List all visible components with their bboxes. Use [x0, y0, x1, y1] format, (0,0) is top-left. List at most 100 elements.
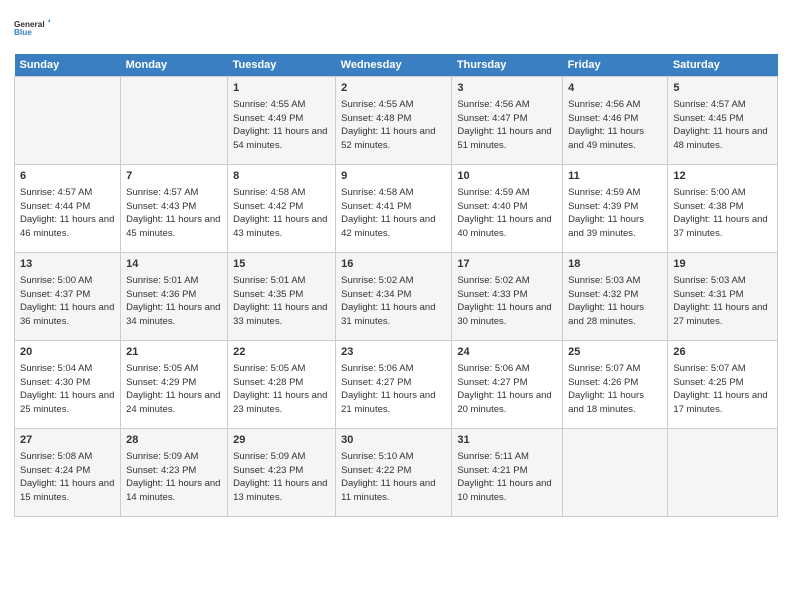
daylight-hours: Daylight: 11 hours and 27 minutes. [673, 302, 767, 327]
day-number: 4 [568, 81, 662, 96]
sunrise-time: Sunrise: 4:55 AM [341, 99, 413, 110]
daylight-hours: Daylight: 11 hours and 37 minutes. [673, 214, 767, 239]
day-number: 9 [341, 169, 446, 184]
header: General Blue [14, 10, 778, 46]
day-number: 1 [233, 81, 330, 96]
sunset-time: Sunset: 4:47 PM [457, 113, 527, 124]
daylight-hours: Daylight: 11 hours and 25 minutes. [20, 390, 114, 415]
calendar-table: SundayMondayTuesdayWednesdayThursdayFrid… [14, 54, 778, 517]
sunrise-time: Sunrise: 4:56 AM [568, 99, 640, 110]
daylight-hours: Daylight: 11 hours and 54 minutes. [233, 126, 327, 151]
sunset-time: Sunset: 4:30 PM [20, 377, 90, 388]
calendar-cell: 20 Sunrise: 5:04 AM Sunset: 4:30 PM Dayl… [15, 341, 121, 429]
sunrise-time: Sunrise: 5:00 AM [673, 187, 745, 198]
day-number: 8 [233, 169, 330, 184]
day-number: 18 [568, 257, 662, 272]
daylight-hours: Daylight: 11 hours and 30 minutes. [457, 302, 551, 327]
day-number: 27 [20, 433, 115, 448]
sunset-time: Sunset: 4:36 PM [126, 289, 196, 300]
day-number: 6 [20, 169, 115, 184]
day-number: 21 [126, 345, 222, 360]
daylight-hours: Daylight: 11 hours and 15 minutes. [20, 478, 114, 503]
weekday-header-wednesday: Wednesday [336, 54, 452, 77]
day-number: 20 [20, 345, 115, 360]
daylight-hours: Daylight: 11 hours and 43 minutes. [233, 214, 327, 239]
daylight-hours: Daylight: 11 hours and 52 minutes. [341, 126, 435, 151]
calendar-cell [563, 429, 668, 517]
sunset-time: Sunset: 4:44 PM [20, 201, 90, 212]
calendar-cell: 23 Sunrise: 5:06 AM Sunset: 4:27 PM Dayl… [336, 341, 452, 429]
calendar-cell: 24 Sunrise: 5:06 AM Sunset: 4:27 PM Dayl… [452, 341, 563, 429]
daylight-hours: Daylight: 11 hours and 14 minutes. [126, 478, 220, 503]
day-number: 29 [233, 433, 330, 448]
sunset-time: Sunset: 4:43 PM [126, 201, 196, 212]
sunrise-time: Sunrise: 5:03 AM [673, 275, 745, 286]
calendar-cell: 7 Sunrise: 4:57 AM Sunset: 4:43 PM Dayli… [121, 165, 228, 253]
sunset-time: Sunset: 4:39 PM [568, 201, 638, 212]
sunrise-time: Sunrise: 5:11 AM [457, 451, 529, 462]
weekday-header-monday: Monday [121, 54, 228, 77]
calendar-cell [668, 429, 778, 517]
calendar-cell: 10 Sunrise: 4:59 AM Sunset: 4:40 PM Dayl… [452, 165, 563, 253]
calendar-week-3: 13 Sunrise: 5:00 AM Sunset: 4:37 PM Dayl… [15, 253, 778, 341]
sunset-time: Sunset: 4:31 PM [673, 289, 743, 300]
day-number: 31 [457, 433, 557, 448]
daylight-hours: Daylight: 11 hours and 20 minutes. [457, 390, 551, 415]
svg-text:General: General [14, 20, 45, 29]
calendar-cell: 19 Sunrise: 5:03 AM Sunset: 4:31 PM Dayl… [668, 253, 778, 341]
calendar-cell: 4 Sunrise: 4:56 AM Sunset: 4:46 PM Dayli… [563, 77, 668, 165]
sunrise-time: Sunrise: 5:05 AM [126, 363, 198, 374]
calendar-cell: 18 Sunrise: 5:03 AM Sunset: 4:32 PM Dayl… [563, 253, 668, 341]
daylight-hours: Daylight: 11 hours and 13 minutes. [233, 478, 327, 503]
day-number: 28 [126, 433, 222, 448]
weekday-header-friday: Friday [563, 54, 668, 77]
day-number: 10 [457, 169, 557, 184]
day-number: 3 [457, 81, 557, 96]
sunrise-time: Sunrise: 5:06 AM [341, 363, 413, 374]
day-number: 7 [126, 169, 222, 184]
day-number: 16 [341, 257, 446, 272]
day-number: 19 [673, 257, 772, 272]
daylight-hours: Daylight: 11 hours and 24 minutes. [126, 390, 220, 415]
daylight-hours: Daylight: 11 hours and 39 minutes. [568, 214, 644, 239]
sunset-time: Sunset: 4:33 PM [457, 289, 527, 300]
sunrise-time: Sunrise: 5:04 AM [20, 363, 92, 374]
daylight-hours: Daylight: 11 hours and 10 minutes. [457, 478, 551, 503]
calendar-cell: 8 Sunrise: 4:58 AM Sunset: 4:42 PM Dayli… [228, 165, 336, 253]
weekday-header-thursday: Thursday [452, 54, 563, 77]
daylight-hours: Daylight: 11 hours and 11 minutes. [341, 478, 435, 503]
sunrise-time: Sunrise: 5:08 AM [20, 451, 92, 462]
sunset-time: Sunset: 4:27 PM [457, 377, 527, 388]
calendar-cell: 11 Sunrise: 4:59 AM Sunset: 4:39 PM Dayl… [563, 165, 668, 253]
calendar-week-1: 1 Sunrise: 4:55 AM Sunset: 4:49 PM Dayli… [15, 77, 778, 165]
sunrise-time: Sunrise: 5:10 AM [341, 451, 413, 462]
sunrise-time: Sunrise: 4:57 AM [20, 187, 92, 198]
sunrise-time: Sunrise: 5:01 AM [126, 275, 198, 286]
daylight-hours: Daylight: 11 hours and 51 minutes. [457, 126, 551, 151]
day-number: 12 [673, 169, 772, 184]
sunrise-time: Sunrise: 5:03 AM [568, 275, 640, 286]
calendar-cell: 3 Sunrise: 4:56 AM Sunset: 4:47 PM Dayli… [452, 77, 563, 165]
sunrise-time: Sunrise: 4:56 AM [457, 99, 529, 110]
weekday-header-row: SundayMondayTuesdayWednesdayThursdayFrid… [15, 54, 778, 77]
sunrise-time: Sunrise: 4:58 AM [233, 187, 305, 198]
sunrise-time: Sunrise: 5:00 AM [20, 275, 92, 286]
sunrise-time: Sunrise: 4:57 AM [673, 99, 745, 110]
sunrise-time: Sunrise: 4:57 AM [126, 187, 198, 198]
calendar-cell: 1 Sunrise: 4:55 AM Sunset: 4:49 PM Dayli… [228, 77, 336, 165]
calendar-cell: 21 Sunrise: 5:05 AM Sunset: 4:29 PM Dayl… [121, 341, 228, 429]
daylight-hours: Daylight: 11 hours and 31 minutes. [341, 302, 435, 327]
calendar-cell: 13 Sunrise: 5:00 AM Sunset: 4:37 PM Dayl… [15, 253, 121, 341]
sunrise-time: Sunrise: 5:02 AM [457, 275, 529, 286]
calendar-cell: 16 Sunrise: 5:02 AM Sunset: 4:34 PM Dayl… [336, 253, 452, 341]
sunset-time: Sunset: 4:40 PM [457, 201, 527, 212]
day-number: 23 [341, 345, 446, 360]
sunset-time: Sunset: 4:41 PM [341, 201, 411, 212]
weekday-header-sunday: Sunday [15, 54, 121, 77]
daylight-hours: Daylight: 11 hours and 33 minutes. [233, 302, 327, 327]
day-number: 5 [673, 81, 772, 96]
calendar-cell: 27 Sunrise: 5:08 AM Sunset: 4:24 PM Dayl… [15, 429, 121, 517]
sunrise-time: Sunrise: 5:07 AM [568, 363, 640, 374]
calendar-week-4: 20 Sunrise: 5:04 AM Sunset: 4:30 PM Dayl… [15, 341, 778, 429]
calendar-week-5: 27 Sunrise: 5:08 AM Sunset: 4:24 PM Dayl… [15, 429, 778, 517]
